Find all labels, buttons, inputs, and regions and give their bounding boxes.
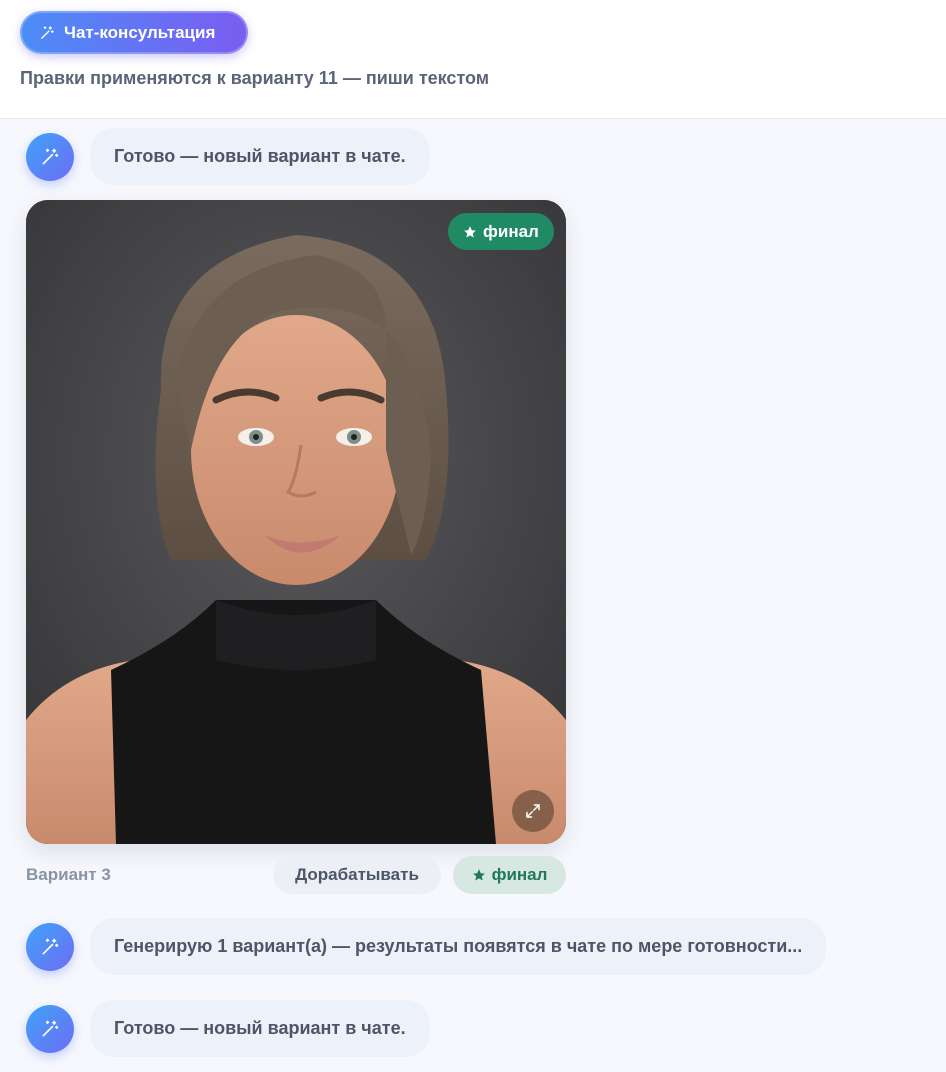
assistant-message: Генерирую 1 вариант(а) — результаты появ…	[26, 918, 827, 975]
chat-consultation-button[interactable]: Чат-консультация	[20, 11, 248, 54]
message-bubble: Готово — новый вариант в чате.	[90, 128, 430, 185]
magic-wand-icon	[42, 938, 59, 954]
magic-wand-icon	[42, 148, 59, 164]
variant-label: Вариант 3	[26, 865, 111, 884]
final-badge: финал	[448, 213, 554, 250]
assistant-message: Готово — новый вариант в чате.	[26, 1000, 430, 1057]
star-icon	[464, 225, 476, 238]
magic-wand-icon	[42, 1020, 59, 1036]
message-bubble: Генерирую 1 вариант(а) — результаты появ…	[90, 918, 827, 975]
expand-icon	[526, 804, 540, 818]
portrait-image	[26, 200, 566, 844]
header: Чат-консультация Правки применяются к ва…	[0, 0, 946, 119]
message-bubble: Готово — новый вариант в чате.	[90, 1000, 430, 1057]
header-subtitle: Правки применяются к варианту 11 — пиши …	[20, 68, 490, 88]
assistant-message: Готово — новый вариант в чате.	[26, 128, 430, 185]
variant-image-card[interactable]: финал	[26, 200, 566, 844]
final-button[interactable]: финал	[453, 856, 566, 894]
assistant-avatar	[26, 1004, 74, 1053]
final-button-label: финал	[491, 865, 548, 884]
chat-consultation-label: Чат-консультация	[64, 22, 216, 42]
assistant-avatar	[26, 922, 74, 971]
assistant-avatar	[26, 132, 74, 181]
magic-wand-icon	[41, 25, 54, 39]
refine-button[interactable]: Дорабатывать	[273, 856, 441, 894]
final-badge-label: финал	[483, 221, 539, 241]
star-icon	[472, 869, 485, 881]
expand-button[interactable]	[512, 790, 554, 832]
